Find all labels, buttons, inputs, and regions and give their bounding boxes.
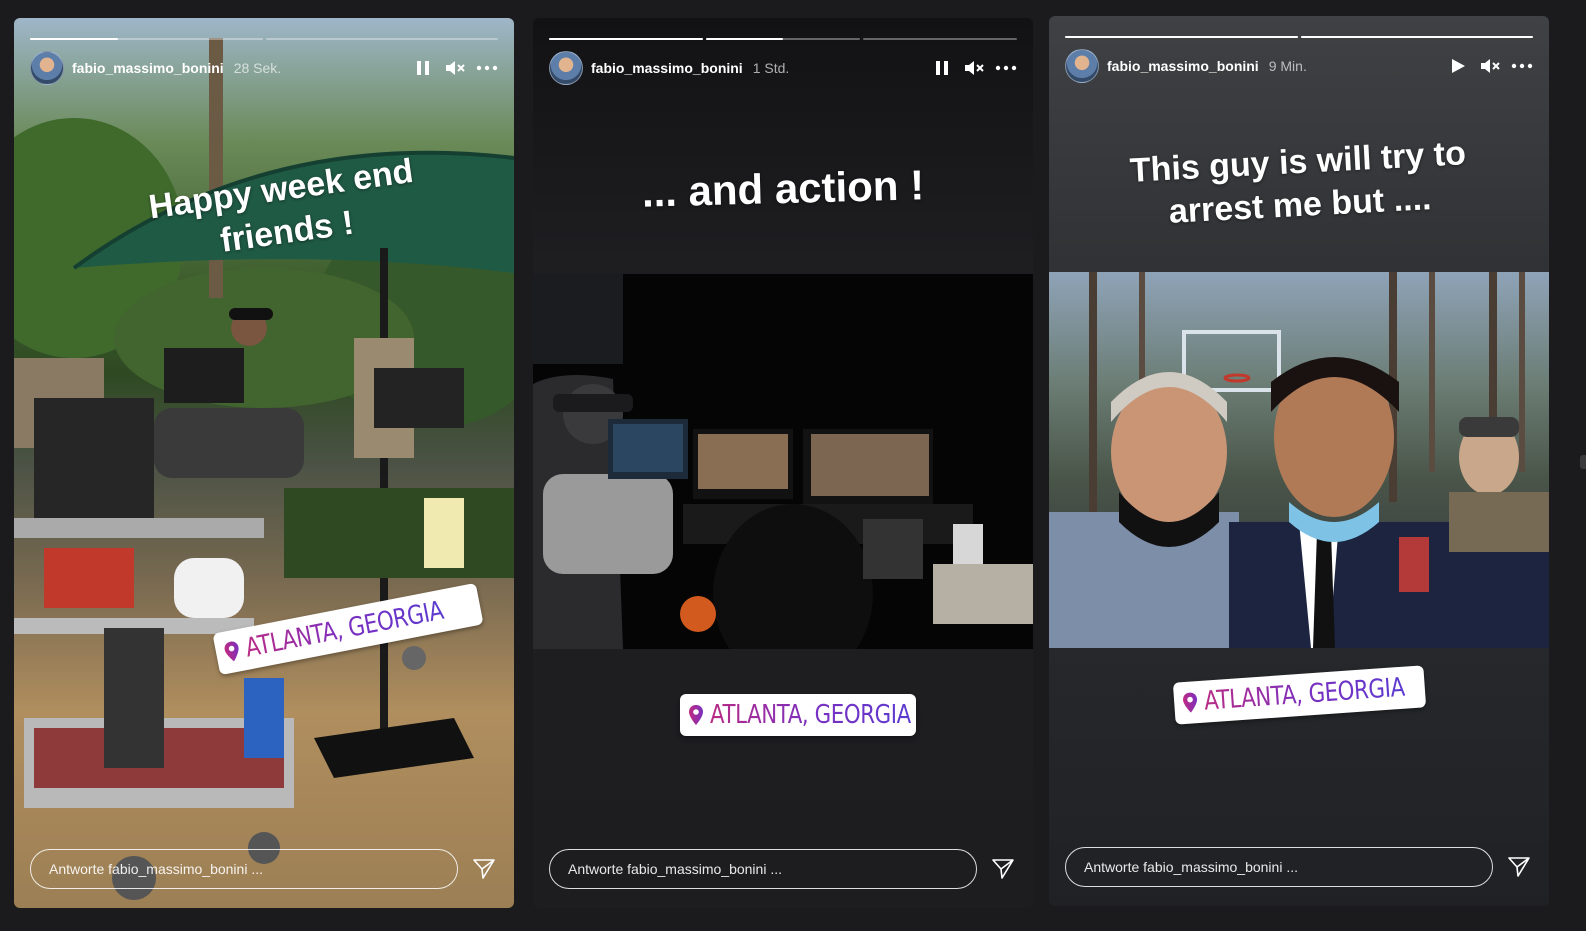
next-story-handle[interactable] [1580,455,1586,469]
muted-speaker-icon[interactable] [963,57,985,79]
story-progress-bar [1065,36,1533,38]
send-icon[interactable] [470,855,498,883]
avatar[interactable] [549,51,583,85]
progress-segment [30,38,263,40]
progress-segment [863,38,1017,40]
story-caption: This guy is will try to arrest me but ..… [1128,134,1467,231]
story-photo-monitors [533,274,1033,649]
story-header: fabio_massimo_bonini 28 Sek. [30,51,498,85]
story-card-3[interactable]: fabio_massimo_bonini 9 Min. This guy is … [1049,16,1549,906]
reply-input[interactable] [549,849,977,889]
progress-segment [549,38,703,40]
location-pin-icon [1183,692,1198,713]
location-sticker[interactable]: ATLANTA, GEORGIA [680,694,916,736]
play-icon[interactable] [1447,55,1469,77]
send-icon[interactable] [989,855,1017,883]
selfie-illustration [1049,272,1549,648]
story-header: fabio_massimo_bonini 1 Std. [549,51,1017,85]
post-time: 28 Sek. [233,60,282,76]
location-label: ATLANTA, GEORGIA [710,700,911,730]
avatar[interactable] [1065,49,1099,83]
pause-icon[interactable] [931,57,953,79]
story-progress-bar [549,38,1017,40]
story-caption: ... and action ! [641,161,925,216]
reply-bar [549,848,1017,890]
reply-input[interactable] [1065,847,1493,887]
playback-controls [412,57,498,79]
progress-segment [265,38,498,40]
username[interactable]: fabio_massimo_bonini [1107,58,1259,74]
location-sticker[interactable]: ATLANTA, GEORGIA [1172,665,1427,725]
reply-input[interactable] [30,849,458,889]
more-options-icon[interactable] [995,57,1017,79]
post-time: 9 Min. [1268,58,1307,74]
post-time: 1 Std. [752,60,790,76]
username[interactable]: fabio_massimo_bonini [72,60,224,76]
muted-speaker-icon[interactable] [1479,55,1501,77]
story-card-2[interactable]: fabio_massimo_bonini 1 Std. ... and acti… [533,18,1033,908]
more-options-icon[interactable] [1511,55,1533,77]
monitor-setup-illustration [533,274,1033,649]
location-pin-icon [689,705,703,725]
progress-segment [706,38,860,40]
pause-icon[interactable] [412,57,434,79]
muted-speaker-icon[interactable] [444,57,466,79]
location-label: ATLANTA, GEORGIA [1203,672,1406,717]
progress-segment [1300,36,1533,38]
playback-controls [1447,55,1533,77]
send-icon[interactable] [1505,853,1533,881]
username[interactable]: fabio_massimo_bonini [591,60,743,76]
story-header: fabio_massimo_bonini 9 Min. [1065,49,1533,83]
story-photo-selfie [1049,272,1549,648]
story-progress-bar [30,38,498,40]
reply-bar [1065,846,1533,888]
location-pin-icon [224,641,239,662]
story-card-1[interactable]: fabio_massimo_bonini 28 Sek. Happy week … [14,18,514,908]
playback-controls [931,57,1017,79]
progress-segment [1065,36,1298,38]
reply-bar [30,848,498,890]
avatar[interactable] [30,51,64,85]
more-options-icon[interactable] [476,57,498,79]
